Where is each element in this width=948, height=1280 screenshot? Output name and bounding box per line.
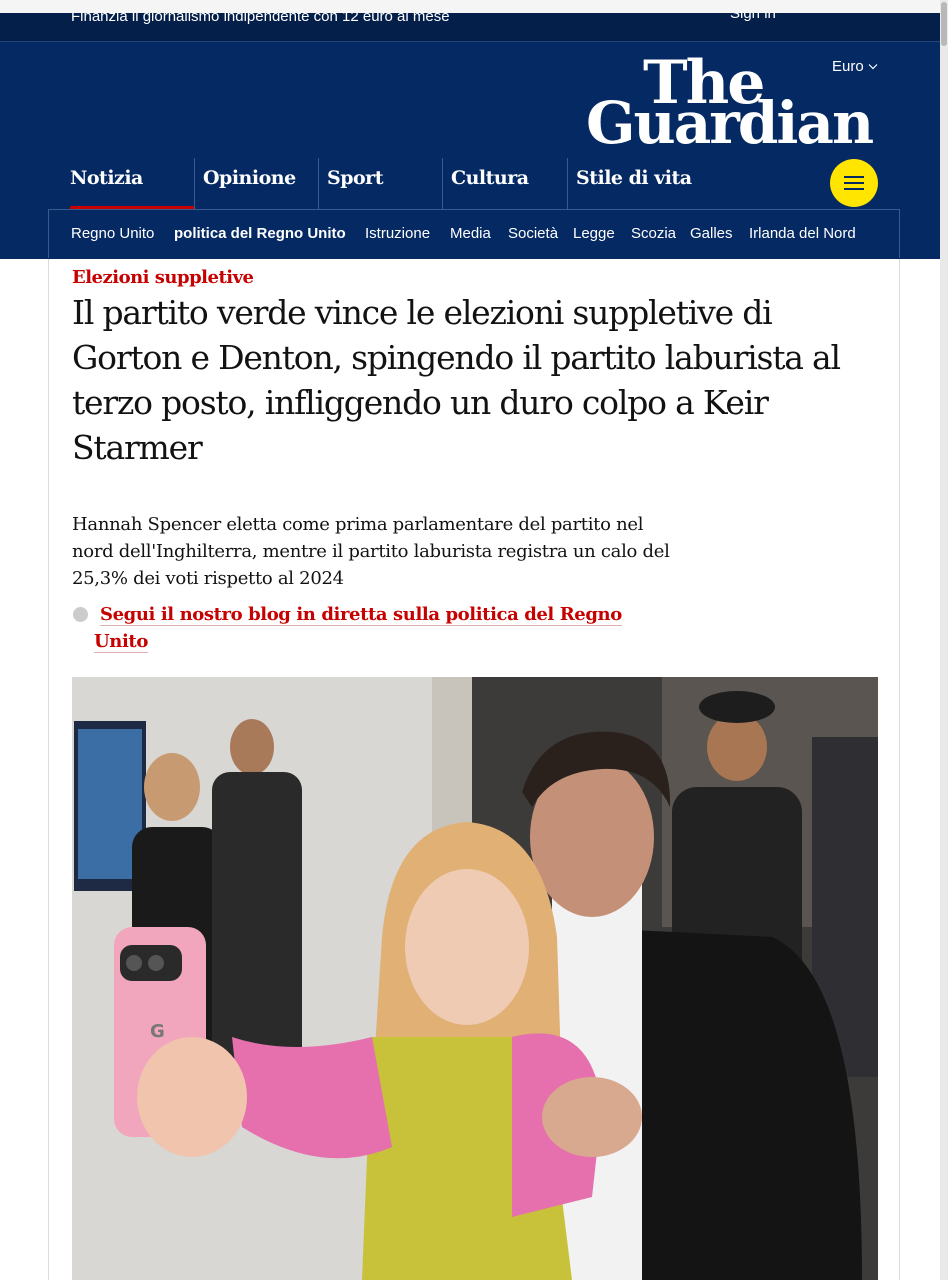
article-standfirst: Hannah Spencer eletta come prima parlame…	[72, 514, 670, 589]
menu-icon-bar	[844, 176, 864, 178]
edition-label: Euro	[832, 58, 864, 75]
menu-icon-bar	[844, 182, 864, 184]
support-message-link[interactable]: Finanzia il giornalismo indipendente con…	[71, 13, 450, 27]
photo-illustration: G	[72, 677, 878, 1280]
article-headline: Il partito verde vince le elezioni suppl…	[72, 293, 841, 467]
support-bar: Finanzia il giornalismo indipendente con…	[0, 13, 940, 42]
subnav-societa[interactable]: Società	[508, 225, 558, 242]
subnav-istruzione[interactable]: Istruzione	[365, 225, 430, 242]
svg-text:G: G	[150, 1021, 165, 1042]
subnav-irlanda-del-nord[interactable]: Irlanda del Nord	[749, 225, 856, 242]
pillar-cultura[interactable]: Cultura	[442, 158, 567, 210]
article-content: Elezioni suppletive Il partito verde vin…	[48, 259, 900, 1280]
live-blog-link[interactable]: Segui il nostro blog in diretta sulla po…	[94, 601, 674, 655]
pillar-label: Cultura	[451, 167, 529, 189]
pillar-opinione[interactable]: Opinione	[194, 158, 319, 210]
sign-in-link[interactable]: Sign in	[730, 13, 776, 22]
subnav-regno-unito[interactable]: Regno Unito	[71, 225, 154, 242]
menu-button[interactable]	[830, 159, 878, 207]
article-kicker[interactable]: Elezioni suppletive	[72, 267, 254, 288]
subnav-media[interactable]: Media	[450, 225, 491, 242]
pillar-label: Sport	[327, 167, 383, 189]
scrollbar[interactable]	[940, 0, 948, 1280]
subnav-legge[interactable]: Legge	[573, 225, 615, 242]
section-subnav: Regno Unito politica del Regno Unito Ist…	[48, 209, 900, 258]
article-main-image: G	[72, 677, 878, 1280]
browser-top-strip	[0, 0, 948, 14]
live-indicator-icon	[73, 607, 88, 622]
pillar-label: Opinione	[203, 167, 296, 189]
subnav-galles[interactable]: Galles	[690, 225, 733, 242]
site-header: Finanzia il giornalismo indipendente con…	[0, 13, 940, 259]
subnav-politica-regno-unito[interactable]: politica del Regno Unito	[174, 225, 346, 242]
edition-selector[interactable]: Euro	[832, 58, 878, 75]
pillar-notizia[interactable]: Notizia	[56, 158, 194, 210]
chevron-down-icon	[868, 64, 878, 70]
scrollbar-thumb[interactable]	[941, 2, 947, 46]
pillar-label: Stile di vita	[576, 167, 692, 189]
menu-icon-bar	[844, 188, 864, 190]
logo-line-2: Guardian	[586, 89, 874, 157]
subnav-scozia[interactable]: Scozia	[631, 225, 676, 242]
pillar-stile-di-vita[interactable]: Stile di vita	[567, 158, 718, 210]
pillar-sport[interactable]: Sport	[318, 158, 443, 210]
pillar-label: Notizia	[70, 167, 143, 189]
